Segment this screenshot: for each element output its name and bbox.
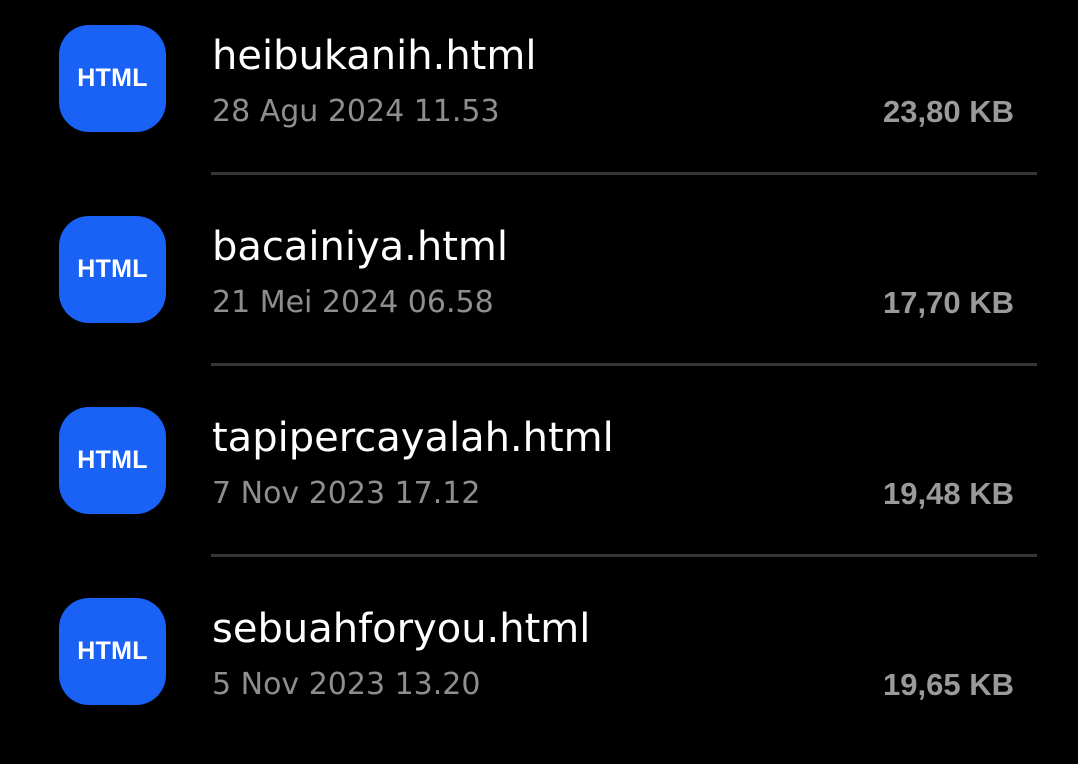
file-date: 7 Nov 2023 17.12 xyxy=(212,476,481,511)
file-name: sebuahforyou.html xyxy=(212,606,591,652)
file-size: 17,70 KB xyxy=(883,285,1014,320)
html-file-icon: HTML xyxy=(59,25,166,132)
row-divider xyxy=(211,172,1037,175)
file-date: 21 Mei 2024 06.58 xyxy=(212,285,494,320)
row-divider xyxy=(211,554,1037,557)
file-list-item[interactable]: HTML heibukanih.html 28 Agu 2024 11.53 2… xyxy=(0,0,1078,191)
file-list-item[interactable]: HTML sebuahforyou.html 5 Nov 2023 13.20 … xyxy=(0,573,1078,764)
html-file-icon: HTML xyxy=(59,407,166,514)
file-size: 19,48 KB xyxy=(883,476,1014,511)
file-size: 19,65 KB xyxy=(883,667,1014,702)
file-list: HTML heibukanih.html 28 Agu 2024 11.53 2… xyxy=(0,0,1078,727)
file-date: 28 Agu 2024 11.53 xyxy=(212,94,500,129)
file-type-label: HTML xyxy=(77,637,148,665)
file-name: bacainiya.html xyxy=(212,224,508,270)
file-name: tapipercayalah.html xyxy=(212,415,614,461)
file-size: 23,80 KB xyxy=(883,94,1014,129)
html-file-icon: HTML xyxy=(59,216,166,323)
file-date: 5 Nov 2023 13.20 xyxy=(212,667,481,702)
file-type-label: HTML xyxy=(77,446,148,474)
html-file-icon: HTML xyxy=(59,598,166,705)
file-type-label: HTML xyxy=(77,64,148,92)
file-name: heibukanih.html xyxy=(212,33,537,79)
file-list-item[interactable]: HTML tapipercayalah.html 7 Nov 2023 17.1… xyxy=(0,382,1078,573)
file-list-item[interactable]: HTML bacainiya.html 21 Mei 2024 06.58 17… xyxy=(0,191,1078,382)
row-divider xyxy=(211,363,1037,366)
file-type-label: HTML xyxy=(77,255,148,283)
